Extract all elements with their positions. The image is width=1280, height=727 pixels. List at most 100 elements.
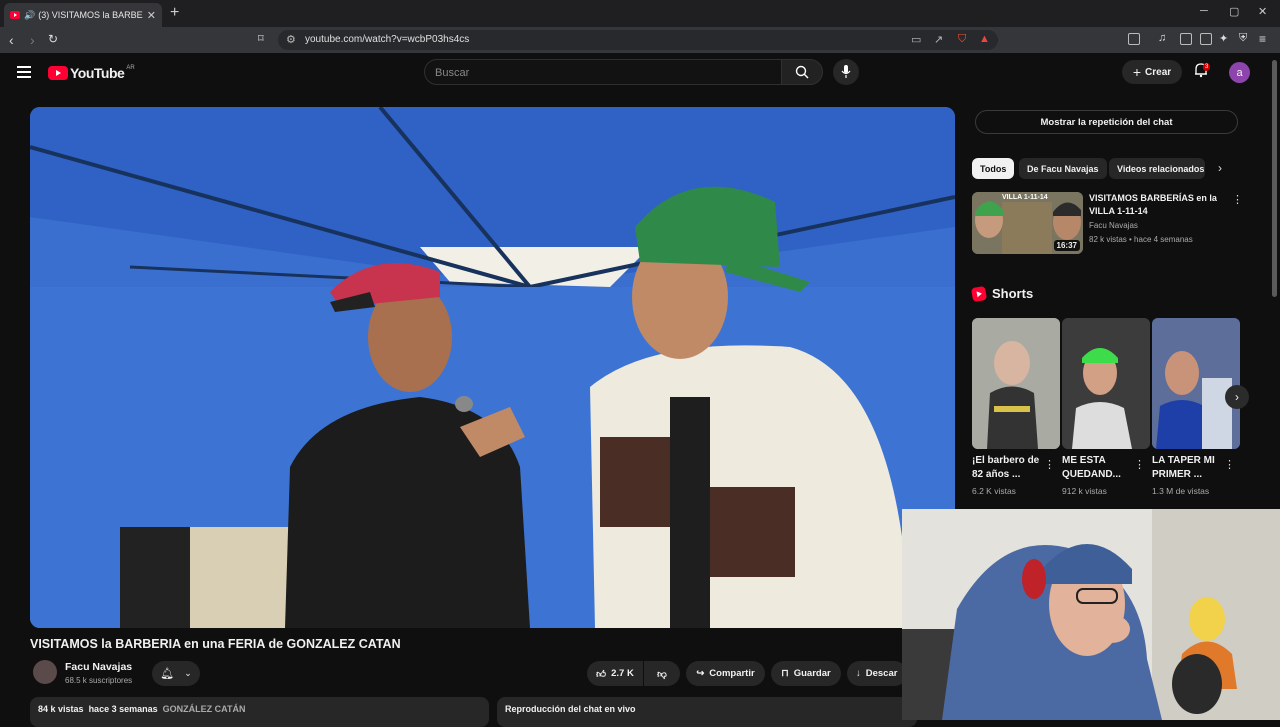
thumbs-down-icon: 👎︎ bbox=[657, 668, 667, 680]
dislike-button[interactable]: 👎︎ bbox=[644, 661, 680, 686]
share-arrow-icon: ↪ bbox=[696, 668, 705, 679]
upload-date: hace 3 semanas bbox=[88, 704, 158, 714]
site-info-icon[interactable]: ⚙ bbox=[286, 33, 296, 46]
description-box[interactable]: 84 k vistas hace 3 semanas GONZÁLEZ CATÁ… bbox=[30, 697, 489, 727]
short-title[interactable]: LA TAPER MI PRIMER ... bbox=[1152, 454, 1224, 482]
bookmark-icon[interactable]: ⌑ bbox=[258, 32, 264, 45]
close-window-button[interactable]: ✕ bbox=[1258, 5, 1267, 18]
shorts-heading: Shorts bbox=[970, 285, 1034, 302]
plus-icon: + bbox=[1132, 64, 1142, 80]
browser-tab[interactable]: 🔊 (3) VISITAMOS la BARBERIA en ✕ bbox=[4, 3, 162, 27]
short-views: 912 k vistas bbox=[1062, 486, 1107, 496]
subscription-bell-button[interactable]: 🔔︎ ⌄ bbox=[152, 661, 200, 686]
short-title[interactable]: ¡El barbero de 82 años ... bbox=[972, 454, 1044, 482]
related-channel-name[interactable]: Facu Navajas bbox=[1089, 221, 1138, 230]
cast-icon[interactable]: ▭ bbox=[911, 33, 921, 46]
short-thumbnail-image bbox=[1152, 318, 1240, 449]
short-thumbnail[interactable] bbox=[1152, 318, 1240, 449]
channel-avatar[interactable] bbox=[33, 660, 57, 684]
channel-name[interactable]: Facu Navajas bbox=[65, 661, 132, 673]
save-button[interactable]: ⊓ Guardar bbox=[771, 661, 841, 686]
url-bar[interactable]: ⚙ youtube.com/watch?v=wcbP03hs4cs ▭ ↗ ⛉ … bbox=[278, 30, 998, 50]
more-options-icon[interactable]: ⋮ bbox=[1224, 458, 1235, 471]
chat-replay-label: Reproducción del chat en vivo bbox=[505, 704, 636, 714]
video-frame bbox=[30, 107, 955, 628]
chevron-right-icon: › bbox=[1235, 390, 1239, 404]
youtube-logo[interactable]: YouTube AR bbox=[48, 65, 135, 81]
tab-title: (3) VISITAMOS la BARBERIA en bbox=[38, 10, 143, 20]
logo-text: YouTube bbox=[70, 65, 125, 81]
webcam-image bbox=[902, 509, 1280, 720]
sidebar-icon[interactable] bbox=[1180, 33, 1192, 45]
download-label: Descar bbox=[865, 668, 898, 679]
download-button[interactable]: ↓ Descar bbox=[847, 661, 907, 686]
brave-shield-icon[interactable]: ⛉ bbox=[958, 33, 966, 46]
short-thumbnail[interactable] bbox=[1062, 318, 1150, 449]
page-scrollbar[interactable] bbox=[1272, 60, 1277, 297]
view-count: 84 k vistas bbox=[38, 704, 84, 714]
webcam-overlay bbox=[902, 509, 1280, 720]
more-options-icon[interactable]: ⋮ bbox=[1134, 458, 1145, 471]
shorts-heading-label: Shorts bbox=[992, 286, 1034, 301]
speaker-icon[interactable]: 🔊 bbox=[24, 10, 35, 21]
save-label: Guardar bbox=[793, 668, 831, 679]
related-thumbnail-caption: VILLA 1-11-14 bbox=[1002, 194, 1048, 201]
chevron-right-icon[interactable]: › bbox=[1218, 161, 1222, 175]
location-tag[interactable]: GONZÁLEZ CATÁN bbox=[163, 704, 246, 714]
more-options-icon[interactable]: ⋮ bbox=[1232, 193, 1243, 206]
share-button[interactable]: ↪ Compartir bbox=[686, 661, 765, 686]
microphone-icon bbox=[841, 65, 851, 78]
create-button[interactable]: + Crear bbox=[1122, 60, 1182, 84]
subscriber-count: 68.5 k suscriptores bbox=[65, 676, 133, 685]
thumbs-up-icon: 👍︎ bbox=[596, 668, 607, 680]
chip-from-channel[interactable]: De Facu Navajas bbox=[1019, 158, 1107, 179]
search-input[interactable]: Buscar bbox=[424, 59, 782, 85]
forward-icon[interactable]: › bbox=[30, 32, 35, 48]
youtube-header: YouTube AR Buscar + Crear 3 a bbox=[0, 53, 1280, 93]
voice-search-button[interactable] bbox=[833, 59, 859, 85]
chat-replay-panel[interactable]: Reproducción del chat en vivo bbox=[497, 697, 917, 727]
short-thumbnail[interactable] bbox=[972, 318, 1060, 449]
back-icon[interactable]: ‹ bbox=[9, 32, 14, 48]
music-icon[interactable]: ♫ bbox=[1158, 32, 1166, 44]
bell-icon: 🔔︎ bbox=[160, 668, 175, 680]
leo-ai-icon[interactable]: ✦ bbox=[1219, 32, 1228, 45]
maximize-button[interactable]: ▢ bbox=[1229, 5, 1239, 18]
url-text: youtube.com/watch?v=wcbP03hs4cs bbox=[305, 34, 470, 45]
short-views: 1.3 M de vistas bbox=[1152, 486, 1210, 496]
chevron-down-icon: ⌄ bbox=[184, 668, 192, 678]
search-placeholder: Buscar bbox=[435, 67, 470, 79]
extension-icon[interactable] bbox=[1128, 33, 1140, 45]
share-icon[interactable]: ↗ bbox=[934, 33, 943, 46]
tab-close-icon[interactable]: ✕ bbox=[147, 9, 156, 22]
shorts-next-button[interactable]: › bbox=[1225, 385, 1249, 409]
short-title[interactable]: ME ESTA QUEDAND... bbox=[1062, 454, 1134, 482]
video-title: VISITAMOS la BARBERIA en una FERIA de GO… bbox=[30, 637, 401, 651]
chip-related[interactable]: Videos relacionados bbox=[1109, 158, 1205, 179]
menu-icon[interactable]: ≡ bbox=[1259, 32, 1266, 46]
new-tab-button[interactable]: + bbox=[170, 4, 179, 22]
related-video-thumbnail[interactable]: VILLA 1-11-14 16:37 bbox=[972, 192, 1083, 254]
reload-icon[interactable]: ↻ bbox=[48, 32, 58, 46]
youtube-play-icon bbox=[48, 66, 68, 80]
account-avatar[interactable]: a bbox=[1229, 62, 1250, 83]
video-player[interactable] bbox=[30, 107, 955, 628]
wallet-icon[interactable] bbox=[1200, 33, 1212, 45]
related-video-title[interactable]: VISITAMOS BARBERÍAS en la VILLA 1-11-14 bbox=[1089, 192, 1224, 218]
hamburger-menu-icon[interactable] bbox=[17, 66, 31, 81]
create-label: Crear bbox=[1145, 66, 1172, 78]
search-button[interactable] bbox=[781, 59, 823, 85]
more-options-icon[interactable]: ⋮ bbox=[1044, 458, 1055, 471]
short-thumbnail-image bbox=[972, 318, 1060, 449]
video-duration: 16:37 bbox=[1053, 240, 1080, 251]
vpn-icon[interactable]: ⛨ bbox=[1239, 32, 1247, 45]
rewards-icon[interactable]: ▲ bbox=[979, 33, 990, 45]
share-label: Compartir bbox=[709, 668, 755, 679]
bookmark-save-icon: ⊓ bbox=[781, 668, 789, 679]
minimize-button[interactable]: ─ bbox=[1200, 5, 1208, 17]
chip-all[interactable]: Todos bbox=[972, 158, 1015, 179]
address-toolbar: ‹ › ↻ ⌑ ⚙ youtube.com/watch?v=wcbP03hs4c… bbox=[0, 27, 1280, 53]
youtube-favicon-icon bbox=[10, 11, 20, 19]
show-chat-replay-button[interactable]: Mostrar la repetición del chat bbox=[975, 110, 1238, 134]
like-button[interactable]: 👍︎ 2.7 K bbox=[587, 661, 643, 686]
